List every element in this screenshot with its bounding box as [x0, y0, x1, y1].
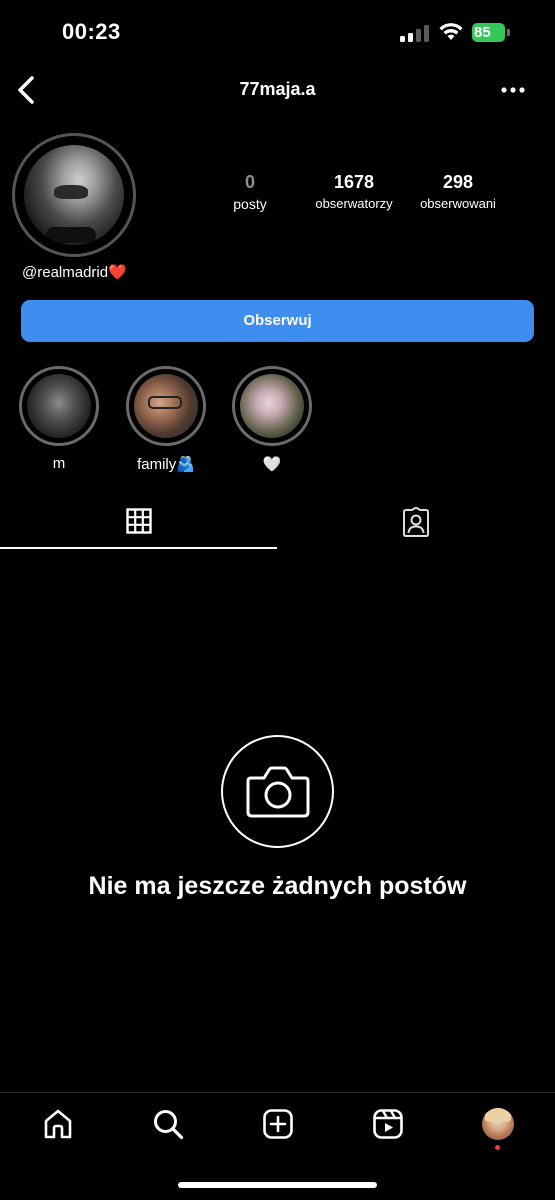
follow-button[interactable]: Obserwuj	[21, 300, 534, 342]
posts-count: 0	[244, 172, 255, 192]
following-count: 298	[442, 172, 474, 192]
highlight-cover	[19, 366, 99, 446]
camera-icon	[246, 766, 310, 818]
active-tab-indicator	[0, 547, 277, 549]
create-icon[interactable]	[262, 1108, 294, 1140]
battery-tip	[507, 29, 510, 36]
grid-icon[interactable]	[126, 508, 152, 534]
stat-following[interactable]: 298 obserwowani	[406, 172, 510, 211]
following-label: obserwowani	[420, 196, 496, 211]
home-indicator	[178, 1182, 377, 1188]
search-icon[interactable]	[152, 1108, 184, 1140]
stat-followers[interactable]: 1678 obserwatorzy	[300, 172, 408, 211]
home-icon[interactable]	[42, 1108, 74, 1140]
profile-bio: @realmadrid❤️	[22, 264, 127, 281]
notification-dot	[495, 1145, 500, 1150]
highlight-cover	[126, 366, 206, 446]
highlight-item[interactable]: 🤍	[232, 366, 316, 473]
battery-indicator: 85	[472, 23, 505, 42]
followers-count: 1678	[333, 172, 375, 192]
empty-state-text: Nie ma jeszcze żadnych postów	[88, 872, 467, 900]
profile-avatar[interactable]	[12, 133, 136, 257]
highlight-item[interactable]: family🫂	[126, 366, 210, 473]
profile-page: 00:23 85 77maja.a 0 posty 1678 obserwato…	[0, 0, 555, 1200]
status-time: 00:23	[62, 19, 121, 44]
highlight-cover	[232, 366, 312, 446]
profile-nav-avatar[interactable]	[482, 1108, 514, 1140]
followers-label: obserwatorzy	[315, 196, 393, 211]
wifi-icon	[439, 23, 463, 40]
tagged-icon[interactable]	[401, 507, 431, 537]
reels-icon[interactable]	[372, 1108, 404, 1140]
highlight-label: 🤍	[262, 456, 282, 473]
nav-divider	[0, 1092, 555, 1093]
posts-label: posty	[233, 196, 267, 212]
highlight-label: m	[52, 455, 66, 472]
cellular-signal-icon	[400, 24, 430, 42]
highlight-label: family🫂	[137, 456, 195, 473]
profile-username: 77maja.a	[239, 79, 316, 99]
more-options-icon[interactable]	[500, 86, 526, 94]
highlight-item[interactable]: m	[19, 366, 103, 472]
avatar-photo	[24, 145, 124, 245]
stat-posts: 0 posty	[218, 172, 282, 212]
